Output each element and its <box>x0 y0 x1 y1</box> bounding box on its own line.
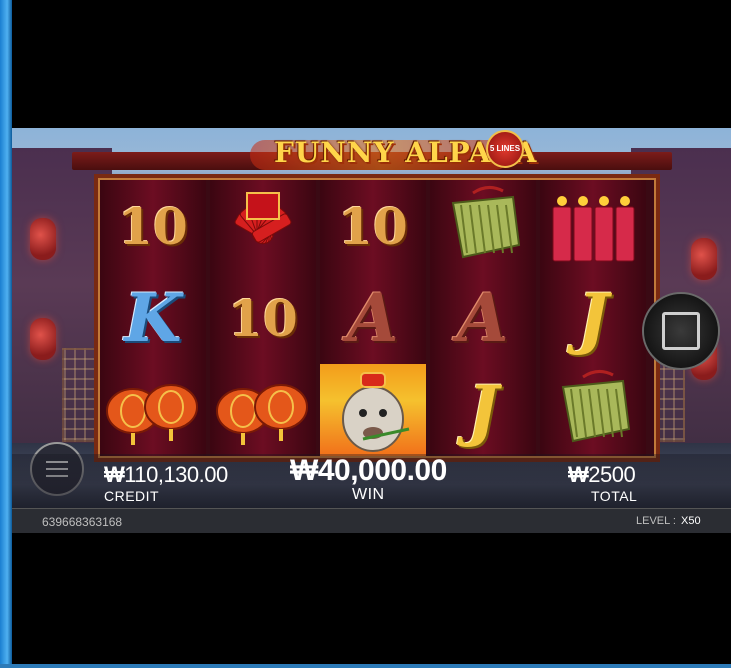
symbol-a: A <box>457 279 509 357</box>
firecracker-sticks-icon <box>552 196 635 262</box>
win-label: WIN <box>352 486 385 503</box>
reel-symbol: 10 <box>100 180 206 272</box>
lines-badge: 5 LINES <box>486 130 524 168</box>
reel-symbol <box>540 180 646 272</box>
total-label: TOTAL <box>591 488 638 504</box>
hanging-lantern-icon <box>30 318 56 360</box>
round-id: 639668363168 <box>42 515 123 529</box>
symbol-a: A <box>347 279 399 357</box>
reel-symbol: 10 <box>320 180 426 272</box>
bottom-window-edge <box>0 664 731 668</box>
reel-symbol <box>430 180 536 272</box>
win-value: ₩40,000.00 <box>290 454 447 487</box>
symbol-j: J <box>467 371 499 449</box>
reel-symbol: A <box>320 272 426 364</box>
reel-window: 10 K 10 10 A AJ J <box>94 174 660 462</box>
symbol-ten: 10 <box>228 288 298 348</box>
stop-square-icon <box>662 312 700 350</box>
level-label: LEVEL : <box>636 515 676 527</box>
reel-symbol: J <box>540 272 646 364</box>
reel-symbol <box>320 364 426 456</box>
reel-symbol: 10 <box>210 272 316 364</box>
total-currency: ₩ <box>568 462 589 487</box>
reel-symbol <box>100 364 206 456</box>
reel-symbol: A <box>430 272 536 364</box>
jade-ingots-icon <box>561 370 631 443</box>
level-value: X50 <box>681 515 701 527</box>
win-currency: ₩ <box>290 454 318 487</box>
lucky-lanterns-icon <box>216 384 308 445</box>
credit-currency: ₩ <box>104 462 125 487</box>
total-value: ₩2500 <box>568 462 636 487</box>
reel-symbol <box>210 364 316 456</box>
game-canvas: FUNNY ALPACA 5 LINES 10 K 10 10 A AJ J ₩11… <box>12 128 731 533</box>
symbol-ten: 10 <box>118 196 188 256</box>
symbol-ten: 10 <box>338 196 408 256</box>
reel-symbol <box>210 180 316 272</box>
footer-bar: 639668363168 LEVEL : X50 <box>12 508 731 533</box>
symbol-k: K <box>124 279 182 357</box>
reel-symbol: K <box>100 272 206 364</box>
alpaca-wild-icon <box>342 372 410 452</box>
reel-4: AJ <box>430 180 536 456</box>
credit-value: ₩110,130.00 <box>104 462 228 487</box>
hanging-lantern-icon <box>30 218 56 260</box>
symbol-j: J <box>577 279 609 357</box>
left-window-edge <box>0 0 12 668</box>
jade-ingots-icon <box>451 186 521 259</box>
reel-symbol <box>540 364 646 456</box>
stop-button[interactable] <box>642 292 720 370</box>
reel-1: 10 K <box>100 180 206 456</box>
reel-2: 10 <box>210 180 316 456</box>
info-bar: ₩110,130.00 CREDIT ₩40,000.00 WIN ₩2500 … <box>12 454 731 508</box>
credit-label: CREDIT <box>104 488 160 504</box>
reel-3: 10 A <box>320 180 426 456</box>
game-logo: FUNNY ALPACA 5 LINES <box>250 130 536 174</box>
lucky-lanterns-icon <box>106 384 198 445</box>
hanging-lantern-icon <box>691 238 717 280</box>
firecracker-bundle-icon <box>234 192 292 245</box>
reel-symbol: J <box>430 364 536 456</box>
reel-5: J <box>540 180 646 456</box>
